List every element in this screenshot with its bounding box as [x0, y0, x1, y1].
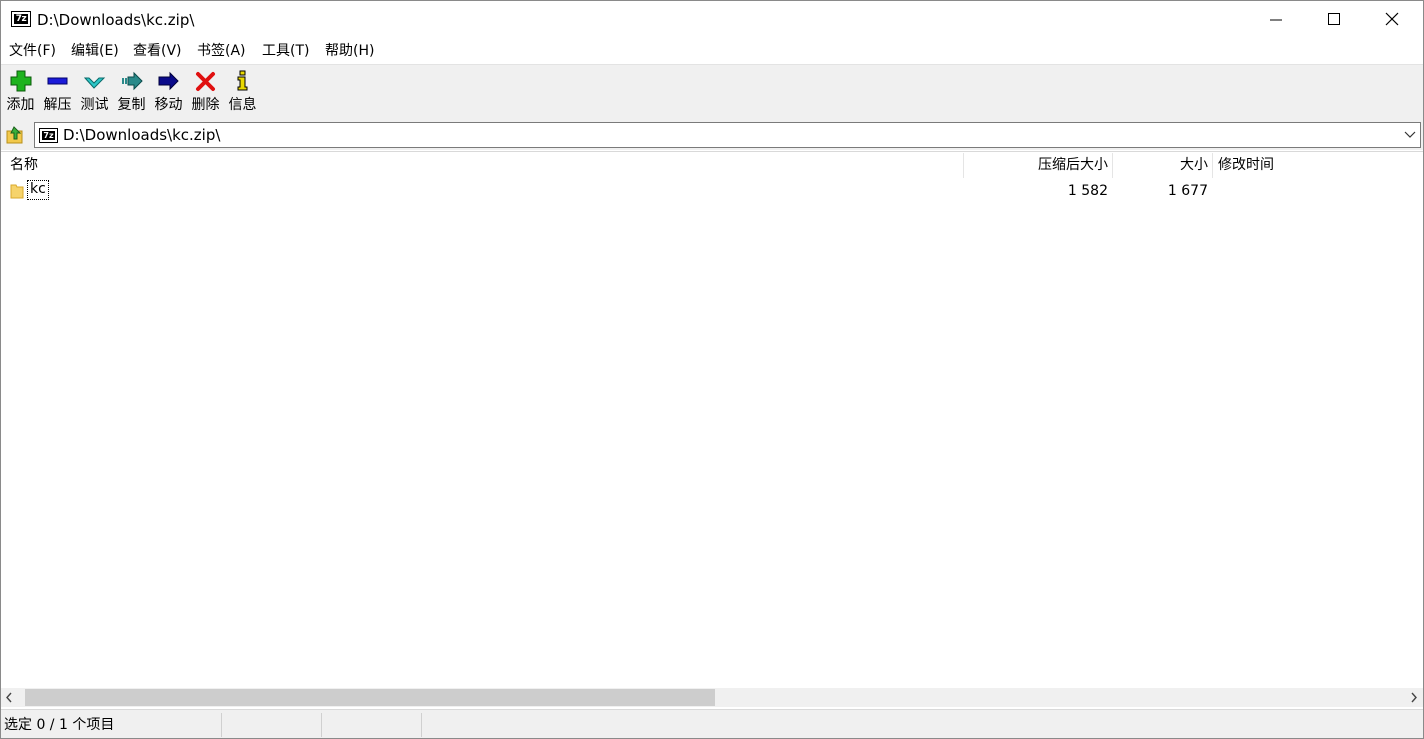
archive-icon: 7z — [39, 128, 58, 143]
column-divider[interactable] — [963, 153, 964, 178]
address-path: D:\Downloads\kc.zip\ — [63, 126, 221, 144]
test-button[interactable]: 测试 — [76, 65, 113, 119]
scrollbar-thumb[interactable] — [25, 689, 715, 706]
status-divider — [421, 713, 422, 737]
menu-bookmarks[interactable]: 书签(A) — [197, 42, 246, 60]
folder-up-icon — [6, 126, 23, 144]
toolbar: 添加 解压 测试 复制 移动 删除 信息 — [1, 64, 1423, 121]
column-header-size[interactable]: 大小 — [1180, 156, 1208, 174]
status-bar: 选定 0 / 1 个项目 — [1, 709, 1423, 738]
info-icon — [237, 70, 248, 91]
column-divider[interactable] — [1112, 153, 1113, 178]
horizontal-scrollbar[interactable] — [1, 688, 1423, 707]
status-divider — [221, 713, 222, 737]
title-bar: 7z D:\Downloads\kc.zip\ — [1, 1, 1423, 39]
folder-icon — [10, 184, 24, 199]
row-packed-size: 1 582 — [1067, 183, 1108, 199]
menu-tools[interactable]: 工具(T) — [262, 42, 309, 60]
column-header-packed-size[interactable]: 压缩后大小 — [1038, 156, 1108, 174]
address-input[interactable]: 7z D:\Downloads\kc.zip\ — [34, 122, 1421, 148]
table-row[interactable]: kc 1 582 1 677 — [1, 180, 1423, 202]
scroll-right-icon[interactable] — [1410, 692, 1418, 703]
menu-file[interactable]: 文件(F) — [9, 42, 56, 60]
address-bar: 7z D:\Downloads\kc.zip\ — [1, 120, 1423, 150]
info-button[interactable]: 信息 — [224, 65, 261, 119]
close-button[interactable] — [1364, 1, 1422, 39]
menu-view[interactable]: 查看(V) — [133, 42, 182, 60]
move-icon — [158, 71, 179, 91]
file-list: 名称 压缩后大小 大小 修改时间 kc 1 582 1 677 — [1, 151, 1423, 689]
window-title: D:\Downloads\kc.zip\ — [37, 11, 195, 29]
7zip-app-icon: 7z — [11, 11, 31, 27]
close-icon — [1385, 12, 1399, 26]
app-window: 7z D:\Downloads\kc.zip\ 文件(F) 编辑(E) 查看(V… — [0, 0, 1424, 739]
add-icon — [10, 70, 32, 92]
maximize-button[interactable] — [1306, 1, 1364, 39]
status-divider — [321, 713, 322, 737]
chevron-down-icon[interactable] — [1404, 130, 1416, 140]
row-name: kc — [27, 180, 49, 200]
menu-help[interactable]: 帮助(H) — [325, 42, 374, 60]
minimize-icon — [1270, 19, 1282, 21]
delete-icon — [196, 72, 215, 91]
menu-bar: 文件(F) 编辑(E) 查看(V) 书签(A) 工具(T) 帮助(H) — [1, 39, 1423, 64]
delete-button[interactable]: 删除 — [187, 65, 224, 119]
row-size: 1 677 — [1167, 183, 1208, 199]
column-header-name[interactable]: 名称 — [10, 156, 38, 174]
test-icon — [84, 77, 106, 89]
column-header-modified[interactable]: 修改时间 — [1218, 156, 1274, 174]
minimize-button[interactable] — [1248, 1, 1306, 39]
menu-edit[interactable]: 编辑(E) — [71, 42, 119, 60]
up-folder-button[interactable] — [5, 123, 27, 147]
add-button[interactable]: 添加 — [2, 65, 39, 119]
column-divider[interactable] — [1212, 153, 1213, 178]
copy-button[interactable]: 复制 — [113, 65, 150, 119]
status-selection: 选定 0 / 1 个项目 — [4, 717, 115, 733]
extract-button[interactable]: 解压 — [39, 65, 76, 119]
move-button[interactable]: 移动 — [150, 65, 187, 119]
copy-icon — [122, 71, 143, 91]
scroll-left-icon[interactable] — [5, 692, 13, 703]
extract-icon — [47, 77, 68, 85]
maximize-icon — [1328, 13, 1340, 25]
